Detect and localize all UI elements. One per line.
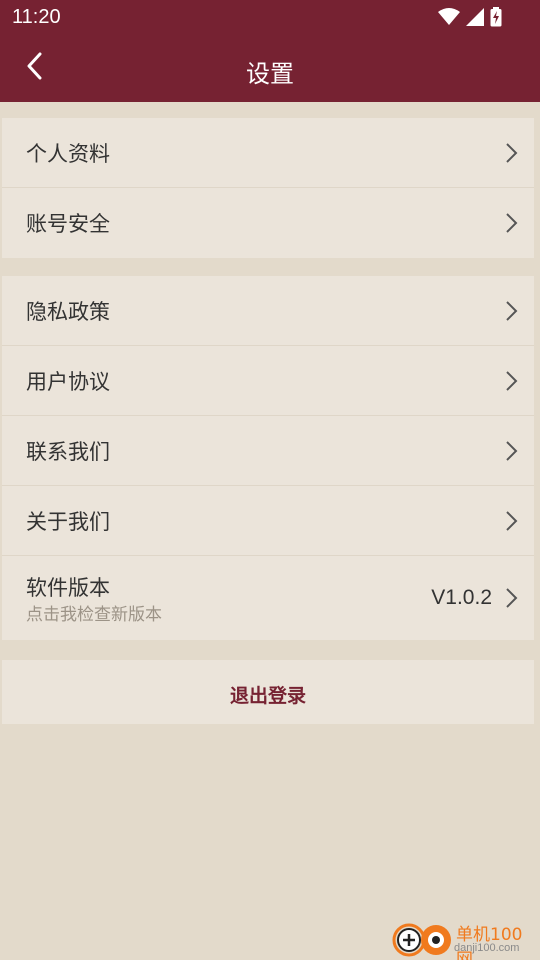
chevron-right-icon [506, 301, 518, 321]
chevron-right-icon [506, 588, 518, 608]
status-bar: 11:20 [0, 0, 540, 36]
settings-item-label: 软件版本 [26, 576, 110, 600]
settings-group-account: 个人资料 账号安全 [2, 118, 534, 258]
settings-item-contact-us[interactable]: 联系我们 [2, 416, 534, 486]
settings-item-profile[interactable]: 个人资料 [2, 118, 534, 188]
chevron-right-icon [506, 213, 518, 233]
status-time: 11:20 [12, 6, 61, 28]
watermark-logo-icon [392, 923, 451, 957]
settings-item-account-security[interactable]: 账号安全 [2, 188, 534, 258]
chevron-right-icon [506, 143, 518, 163]
settings-item-privacy-policy[interactable]: 隐私政策 [2, 276, 534, 346]
settings-item-user-agreement[interactable]: 用户协议 [2, 346, 534, 416]
page-title: 设置 [246, 60, 294, 88]
watermark-text: 单机100网 [456, 925, 523, 960]
chevron-right-icon [506, 371, 518, 391]
status-icons [438, 7, 502, 31]
settings-item-label: 账号安全 [26, 212, 110, 236]
settings-item-label: 个人资料 [26, 142, 110, 166]
chevron-right-icon [506, 441, 518, 461]
chevron-right-icon [506, 511, 518, 531]
settings-item-label: 关于我们 [26, 510, 110, 534]
watermark: 单机100网 danji100.com [392, 918, 538, 960]
settings-group-info: 隐私政策 用户协议 联系我们 关于我们 软件版本 点击我检查新版本 V1.0.2 [2, 276, 534, 640]
wifi-icon [438, 8, 460, 30]
settings-item-label: 用户协议 [26, 370, 110, 394]
version-value: V1.0.2 [431, 586, 492, 609]
signal-icon [466, 8, 484, 30]
settings-item-about-us[interactable]: 关于我们 [2, 486, 534, 556]
watermark-url: danji100.com [454, 942, 520, 954]
settings-item-software-version[interactable]: 软件版本 点击我检查新版本 V1.0.2 [2, 556, 534, 640]
battery-charging-icon [490, 7, 502, 31]
logout-label: 退出登录 [229, 685, 306, 707]
app-header: 设置 [0, 36, 540, 102]
settings-item-label: 联系我们 [26, 440, 110, 464]
settings-item-label: 隐私政策 [26, 300, 110, 324]
logout-button[interactable]: 退出登录 [2, 660, 534, 724]
settings-item-sublabel: 点击我检查新版本 [26, 605, 162, 625]
